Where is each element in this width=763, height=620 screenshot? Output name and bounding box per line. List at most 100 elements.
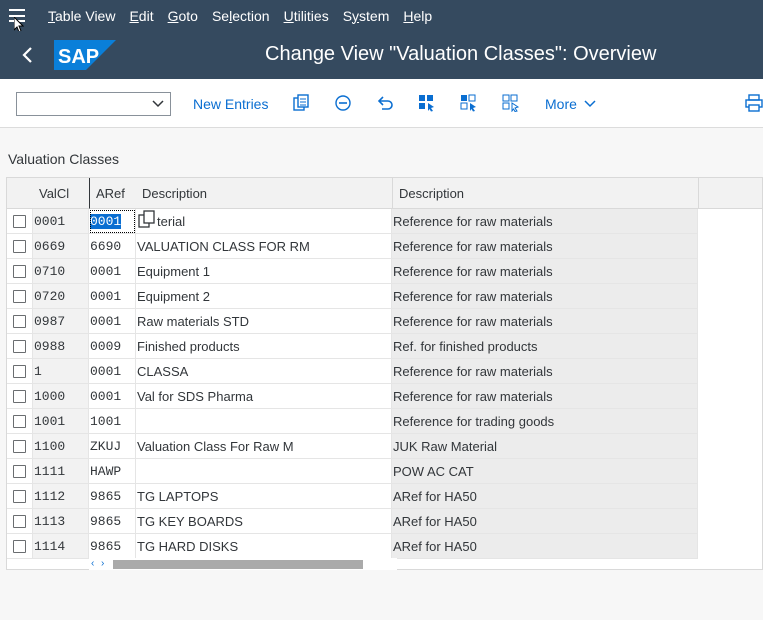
table-row[interactable]: 0710 0001 Equipment 1 Reference for raw mat…: [7, 259, 698, 284]
checkbox-icon: [13, 439, 26, 453]
table-row[interactable]: 1001 1001 Reference for trading goods: [7, 409, 698, 434]
table-row[interactable]: 1113 9865 TG KEY BOARDS ARef for HA50: [7, 509, 698, 534]
menu-item-goto[interactable]: Goto: [168, 8, 198, 24]
copy-as-icon[interactable]: [292, 94, 310, 112]
column-header-aref[interactable]: ARef: [89, 178, 136, 209]
description-cell[interactable]: Val for SDS Pharma: [136, 384, 392, 409]
description-cell-text: TG KEY BOARDS: [137, 513, 243, 529]
account-reference-cell[interactable]: 9865: [89, 484, 136, 509]
account-reference-cell[interactable]: 0001: [89, 209, 136, 234]
description-cell[interactable]: [136, 459, 392, 484]
row-select-checkbox[interactable]: [7, 359, 33, 384]
undo-icon[interactable]: [376, 94, 394, 112]
menu-item-edit[interactable]: Edit: [129, 8, 153, 24]
command-field-select[interactable]: [16, 92, 171, 116]
row-select-checkbox[interactable]: [7, 234, 33, 259]
section-title: Valuation Classes: [8, 151, 120, 167]
account-reference-cell[interactable]: 0001: [89, 359, 136, 384]
row-select-checkbox[interactable]: [7, 534, 33, 559]
description-cell[interactable]: Equipment 2: [136, 284, 392, 309]
menu-icon[interactable]: [0, 0, 34, 33]
menu-item-utilities[interactable]: Utilities: [284, 8, 329, 24]
table-row[interactable]: 0988 0009 Finished products Ref. for finish…: [7, 334, 698, 359]
table-row[interactable]: 1 0001 CLASSA Reference for raw materials: [7, 359, 698, 384]
description-cell[interactable]: VALUATION CLASS FOR RM: [136, 234, 392, 259]
checkbox-icon: [13, 289, 26, 303]
select-block-icon[interactable]: [460, 94, 478, 112]
row-select-checkbox[interactable]: [7, 409, 33, 434]
aref-description-cell: Reference for raw materials: [392, 309, 698, 334]
account-reference-cell[interactable]: 0001: [89, 284, 136, 309]
account-reference-cell[interactable]: 9865: [89, 509, 136, 534]
column-header-description-2[interactable]: Description: [392, 178, 698, 209]
checkbox-icon: [13, 389, 26, 403]
print-icon[interactable]: [745, 94, 763, 112]
description-cell[interactable]: Raw materials STD: [136, 309, 392, 334]
description-cell[interactable]: terial: [136, 209, 392, 234]
account-reference-cell[interactable]: 0009: [89, 334, 136, 359]
row-select-checkbox[interactable]: [7, 509, 33, 534]
row-select-checkbox[interactable]: [7, 209, 33, 234]
row-select-checkbox[interactable]: [7, 434, 33, 459]
menu-item-table-view[interactable]: Table View: [48, 8, 115, 24]
account-reference-cell[interactable]: 0001: [89, 309, 136, 334]
menu-item-selection[interactable]: Selection: [212, 8, 270, 24]
description-cell[interactable]: [136, 409, 392, 434]
description-cell[interactable]: CLASSA: [136, 359, 392, 384]
column-header-description[interactable]: Description: [136, 178, 392, 209]
table-row[interactable]: 1100 ZKUJ Valuation Class For Raw M JUK Raw…: [7, 434, 698, 459]
table-row[interactable]: 1000 0001 Val for SDS Pharma Reference for …: [7, 384, 698, 409]
menu-item-label-part: H: [403, 7, 414, 24]
row-select-checkbox[interactable]: [7, 334, 33, 359]
table-row[interactable]: 1112 9865 TG LAPTOPS ARef for HA50: [7, 484, 698, 509]
checkbox-icon: [13, 339, 26, 353]
account-reference-cell[interactable]: 6690: [89, 234, 136, 259]
description-cell[interactable]: Valuation Class For Raw M: [136, 434, 392, 459]
select-all-icon[interactable]: [418, 94, 436, 112]
row-select-checkbox[interactable]: [7, 284, 33, 309]
table-row[interactable]: 1111 HAWP POW AC CAT: [7, 459, 698, 484]
select-all-column-header[interactable]: [7, 178, 33, 209]
description-cell[interactable]: TG LAPTOPS: [136, 484, 392, 509]
account-reference-cell[interactable]: 0001: [89, 384, 136, 409]
column-header-valcl[interactable]: ValCl: [33, 178, 89, 209]
description-cell[interactable]: TG KEY BOARDS: [136, 509, 392, 534]
scroll-right-arrow-icon[interactable]: ›: [101, 558, 104, 570]
table-row[interactable]: 0001 0001 terial Reference for raw material…: [7, 209, 698, 234]
valuation-class-cell-text: 1001: [34, 413, 66, 429]
account-reference-cell[interactable]: HAWP: [89, 459, 136, 484]
row-select-checkbox[interactable]: [7, 384, 33, 409]
table-row[interactable]: 0720 0001 Equipment 2 Reference for raw mat…: [7, 284, 698, 309]
description-cell[interactable]: Finished products: [136, 334, 392, 359]
row-select-checkbox[interactable]: [7, 309, 33, 334]
menu-item-system[interactable]: System: [343, 8, 390, 24]
scrollbar-thumb[interactable]: [113, 560, 363, 569]
row-select-checkbox[interactable]: [7, 484, 33, 509]
new-entries-button[interactable]: New Entries: [193, 96, 268, 112]
table-row[interactable]: 1114 9865 TG HARD DISKS ARef for HA50: [7, 534, 698, 559]
description-cell-text: Equipment 1: [137, 263, 210, 279]
row-select-checkbox[interactable]: [7, 259, 33, 284]
description-cell[interactable]: Equipment 1: [136, 259, 392, 284]
menu-item-label-part: dit: [138, 7, 154, 24]
account-reference-cell[interactable]: 1001: [89, 409, 136, 434]
account-reference-cell[interactable]: ZKUJ: [89, 434, 136, 459]
menu-item-help[interactable]: Help: [403, 8, 432, 24]
back-arrow-icon[interactable]: [18, 45, 38, 65]
aref-description-cell: POW AC CAT: [392, 459, 698, 484]
deselect-all-icon[interactable]: [502, 94, 520, 112]
account-reference-cell[interactable]: 0001: [89, 259, 136, 284]
row-select-checkbox[interactable]: [7, 459, 33, 484]
scroll-left-arrow-icon[interactable]: ‹: [91, 558, 94, 570]
table-row[interactable]: 0987 0001 Raw materials STD Reference for r…: [7, 309, 698, 334]
horizontal-scrollbar[interactable]: ‹ ›: [89, 558, 397, 570]
aref-description-cell-text: Reference for raw materials: [393, 263, 553, 279]
delete-icon[interactable]: [334, 94, 352, 112]
valuation-class-cell-text: 1114: [34, 538, 66, 554]
description-cell[interactable]: TG HARD DISKS: [136, 534, 392, 559]
account-reference-cell[interactable]: 9865: [89, 534, 136, 559]
table-row[interactable]: 0669 6690 VALUATION CLASS FOR RM Reference …: [7, 234, 698, 259]
more-button[interactable]: More: [545, 96, 596, 112]
copy-icon[interactable]: [138, 210, 156, 230]
aref-description-cell-text: ARef for HA50: [393, 513, 477, 529]
